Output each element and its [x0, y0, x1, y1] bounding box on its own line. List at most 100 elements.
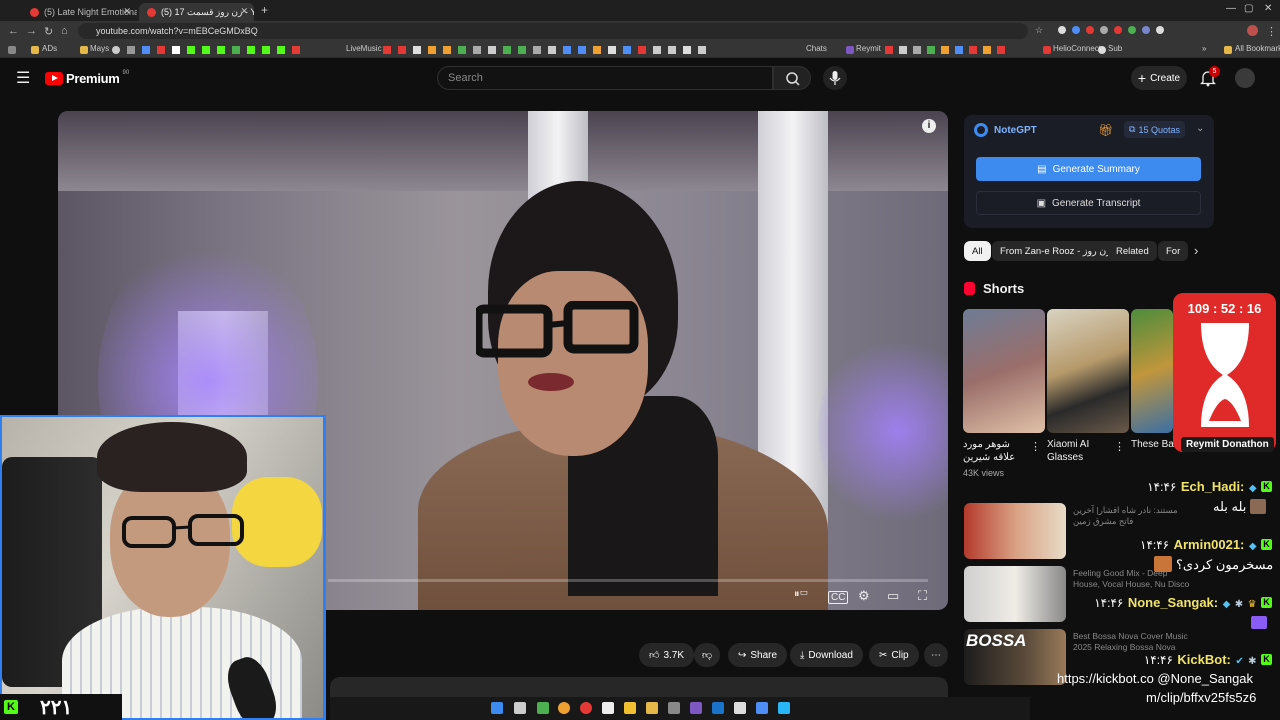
minimize-icon[interactable]: — — [1226, 3, 1236, 14]
recommended-thumbnail[interactable] — [964, 566, 1066, 622]
app-icon[interactable] — [734, 702, 746, 714]
recommended-thumbnail[interactable] — [964, 503, 1066, 559]
chrome-icon[interactable] — [558, 702, 570, 714]
chevron-down-icon[interactable]: ⌄ — [1196, 123, 1204, 134]
bookmark-helioconnect[interactable]: HelioConnect — [1053, 44, 1101, 53]
bookmark-all-bookmarks[interactable]: All Bookmarks — [1235, 44, 1280, 53]
gift-icon[interactable]: 🎁︎ — [1098, 123, 1113, 137]
browser-menu-icon[interactable]: ⋮ — [1266, 25, 1277, 38]
app-icon[interactable] — [537, 702, 549, 714]
captions-icon[interactable]: CC — [828, 591, 849, 604]
like-button[interactable]: 👍︎ 3.7K — [639, 643, 695, 667]
bookmark-ads[interactable]: ADs — [42, 44, 57, 53]
plus-icon: + — [1137, 70, 1147, 86]
kick-logo-icon: K — [4, 700, 18, 714]
youtube-logo[interactable]: Premium 90 — [45, 70, 129, 86]
youtube-play-icon — [45, 72, 63, 85]
bookmark-star-icon[interactable]: ☆ — [1035, 25, 1043, 36]
short-title[interactable]: شوهر مورد علاقه شیرین — [963, 438, 1025, 464]
bookmark-mays[interactable]: Mays — [90, 44, 109, 53]
info-icon[interactable]: i — [922, 119, 936, 133]
account-avatar[interactable] — [1235, 68, 1255, 88]
app-icon[interactable] — [756, 702, 768, 714]
steam-icon[interactable] — [712, 702, 724, 714]
short-more-icon[interactable]: ⋮ — [1114, 440, 1125, 453]
video-progress-bar[interactable] — [328, 579, 928, 582]
app-icon[interactable] — [624, 702, 636, 714]
search-input[interactable]: Search — [437, 66, 773, 90]
close-tab-icon[interactable]: ✕ — [123, 6, 131, 17]
browser-tab[interactable]: (5) Late Night Emotional House ✕ — [22, 3, 137, 21]
close-window-icon[interactable]: ✕ — [1264, 3, 1272, 14]
maximize-icon[interactable]: ▢ — [1244, 3, 1253, 14]
recommended-title[interactable]: Feeling Good Mix - Deep House, Vocal Hou… — [1073, 568, 1193, 590]
new-tab-icon[interactable]: + — [261, 3, 268, 17]
description-box[interactable] — [330, 677, 948, 697]
quotas-badge[interactable]: ⧉ 15 Quotas — [1124, 121, 1185, 138]
clip-button[interactable]: ✂ Clip — [869, 643, 919, 667]
bookmark-icons[interactable] — [885, 46, 1035, 54]
chevron-right-icon[interactable]: › — [1194, 243, 1198, 258]
share-button[interactable]: ↪ Share — [728, 643, 788, 667]
chip-from-channel[interactable]: From Zan-e Rooz - زن روز — [992, 241, 1119, 261]
short-thumbnail[interactable] — [1131, 309, 1173, 433]
close-tab-icon[interactable]: ✕ — [240, 6, 248, 17]
chip-for-you[interactable]: For — [1158, 241, 1188, 261]
generate-summary-button[interactable]: ▤ Generate Summary — [976, 157, 1201, 181]
notegpt-panel: NoteGPT 🎁︎ ⧉ 15 Quotas ⌄ ▤ Generate Summ… — [964, 115, 1214, 228]
short-thumbnail[interactable] — [963, 309, 1045, 433]
windows-start-icon[interactable] — [491, 702, 503, 714]
app-icon[interactable] — [602, 702, 614, 714]
notifications-button[interactable]: 5 — [1199, 66, 1220, 92]
create-button[interactable]: + Create — [1131, 66, 1187, 90]
bookmarks-overflow-icon[interactable]: » — [1202, 44, 1206, 53]
settings-gear-icon[interactable]: ⚙ — [858, 588, 870, 604]
chat-username: Armin0021: — [1173, 537, 1245, 552]
bookmark-icons[interactable] — [383, 46, 793, 54]
file-explorer-icon[interactable] — [646, 702, 658, 714]
generate-summary-label: Generate Summary — [1052, 163, 1140, 175]
back-icon[interactable]: ← — [8, 25, 19, 37]
voice-search-button[interactable] — [823, 66, 847, 90]
forward-icon[interactable]: → — [26, 25, 37, 37]
generate-transcript-button[interactable]: ▣ Generate Transcript — [976, 191, 1201, 215]
theater-mode-icon[interactable]: ▭ — [887, 588, 899, 604]
bookmark-chats[interactable]: Chats — [806, 44, 827, 53]
reymit-icon — [846, 46, 854, 54]
bookmark-sub[interactable]: Sub — [1108, 44, 1122, 53]
chat-time: ۱۴:۴۶ — [1140, 538, 1170, 552]
profile-avatar[interactable] — [1247, 25, 1258, 36]
chip-all[interactable]: All — [964, 241, 991, 261]
home-icon[interactable]: ⌂ — [61, 25, 68, 37]
recommended-title[interactable]: مستند: نادر شاه افشار| آخرین فاتح مشرق ز… — [1073, 505, 1193, 527]
more-icon: ⋯ — [931, 649, 941, 661]
short-more-icon[interactable]: ⋮ — [1030, 440, 1041, 453]
search-button[interactable] — [773, 66, 811, 90]
url-field[interactable]: youtube.com/watch?v=mEBCeGMDxBQ — [78, 23, 1028, 39]
recommended-title[interactable]: Best Bossa Nova Cover Music 2025 Relaxin… — [1073, 631, 1193, 653]
bookmark-reymit[interactable]: Reymit — [856, 44, 881, 53]
apps-icon[interactable] — [8, 46, 16, 54]
kick-viewer-bar: K ۲۲۱ — [0, 694, 122, 720]
short-title[interactable]: Xiaomi AI Glasses — [1047, 438, 1113, 464]
app-icon[interactable] — [690, 702, 702, 714]
bookmark-icons[interactable] — [112, 46, 332, 54]
taskview-icon[interactable] — [514, 702, 526, 714]
hamburger-menu-icon[interactable]: ☰ — [16, 68, 30, 88]
extension-icons[interactable] — [1058, 26, 1198, 36]
more-actions-button[interactable]: ⋯ — [924, 643, 948, 667]
short-thumbnail[interactable] — [1047, 309, 1129, 433]
telegram-icon[interactable] — [778, 702, 790, 714]
clip-label: Clip — [891, 649, 909, 661]
fullscreen-icon[interactable]: ⛶ — [918, 588, 927, 604]
download-button[interactable]: ⤓ Download — [790, 643, 863, 667]
recommended-thumbnail[interactable]: BOSSA — [964, 629, 1066, 685]
autoplay-toggle-icon[interactable]: ⏸▭ — [794, 588, 808, 601]
bookmark-livemusic[interactable]: LiveMusic — [346, 44, 382, 53]
dislike-button[interactable]: 👎︎ — [694, 643, 721, 667]
reload-icon[interactable]: ↻ — [44, 25, 53, 38]
browser-tab-active[interactable]: (5) زن روز قسمت 17 - YouTube ✕ — [139, 3, 254, 21]
app-icon[interactable] — [668, 702, 680, 714]
app-icon[interactable] — [580, 702, 592, 714]
chip-related[interactable]: Related — [1108, 241, 1157, 261]
